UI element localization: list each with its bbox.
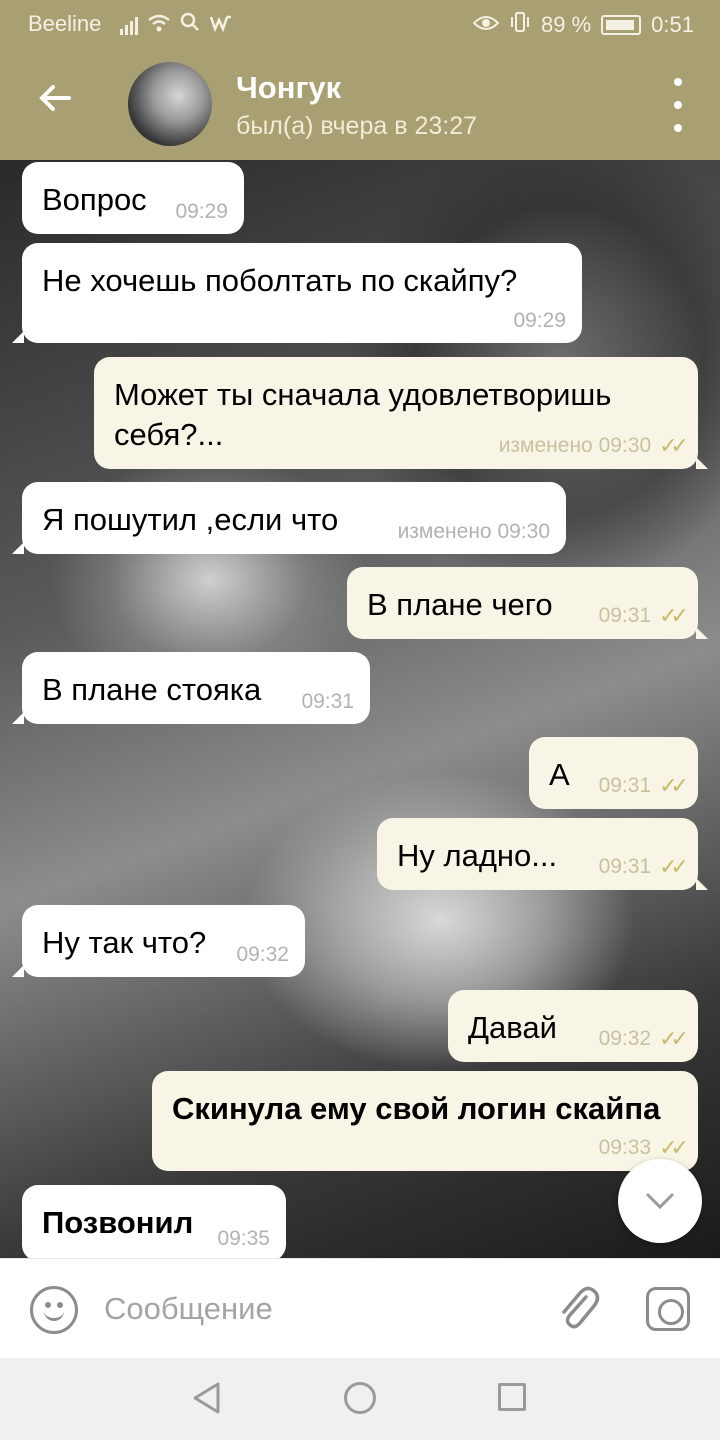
- message-text: Ну ладно...: [397, 838, 558, 873]
- message-time: 09:31: [598, 774, 652, 797]
- message-text: Вопрос: [42, 182, 147, 217]
- message-outgoing[interactable]: Скинула ему свой логин скайпа 09:33 ✓✓: [152, 1071, 698, 1171]
- app-notification-icon: [209, 12, 232, 38]
- chevron-down-icon: [646, 1193, 674, 1210]
- clock: 0:51: [651, 12, 694, 37]
- message-time: 09:33: [598, 1136, 652, 1159]
- avatar[interactable]: [128, 62, 212, 146]
- read-ticks-icon: ✓✓: [659, 603, 689, 628]
- message-outgoing[interactable]: Ну ладно... 09:31 ✓✓: [377, 818, 708, 890]
- more-vertical-icon: [674, 78, 682, 86]
- smile-icon: [44, 1309, 64, 1321]
- message-time: 09:32: [236, 943, 289, 966]
- message-text: Не хочешь поболтать по скайпу?: [42, 263, 518, 298]
- nav-recents-button[interactable]: [498, 1383, 526, 1411]
- more-options-button[interactable]: [666, 78, 690, 132]
- message-time: 09:35: [217, 1227, 270, 1250]
- message-time: 09:31: [598, 604, 652, 627]
- message-incoming[interactable]: В плане стояка 09:31: [12, 652, 370, 724]
- status-icons-right: 89 % 0:51: [472, 11, 694, 39]
- vibrate-icon: [509, 11, 531, 39]
- message-input[interactable]: [104, 1287, 504, 1331]
- wifi-icon: [148, 12, 170, 38]
- read-ticks-icon: ✓✓: [659, 1026, 689, 1051]
- message-time: изменено 09:30: [397, 520, 550, 543]
- message-incoming[interactable]: Я пошутил ,если что изменено 09:30: [12, 482, 566, 554]
- chat-header: Чонгук был(а) вчера в 23:27: [0, 48, 720, 160]
- message-incoming[interactable]: Ну так что? 09:32: [12, 905, 305, 977]
- read-ticks-icon: ✓✓: [659, 1135, 689, 1160]
- battery-percent: 89 %: [541, 12, 592, 37]
- scroll-down-button[interactable]: [618, 1159, 702, 1243]
- message-text: А: [549, 757, 570, 792]
- message-text: Ну так что?: [42, 925, 207, 960]
- chat-area[interactable]: Вопрос 09:29 Не хочешь поболтать по скай…: [0, 160, 720, 1258]
- message-text: Я пошутил ,если что: [42, 502, 339, 537]
- search-icon: [180, 12, 200, 38]
- status-bar: Beeline 89 % 0:51: [0, 0, 720, 48]
- contact-name[interactable]: Чонгук: [236, 70, 341, 106]
- message-outgoing[interactable]: А 09:31 ✓✓: [529, 737, 698, 809]
- message-text: Скинула ему свой логин скайпа: [172, 1091, 661, 1126]
- read-ticks-icon: ✓✓: [659, 433, 689, 458]
- paperclip-icon: [562, 1286, 600, 1329]
- system-nav-bar: [0, 1358, 720, 1440]
- message-text: В плане стояка: [42, 672, 262, 707]
- message-time: 09:31: [598, 855, 652, 878]
- arrow-left-icon: [39, 85, 71, 111]
- message-text: Давай: [468, 1010, 557, 1045]
- message-time: 09:29: [175, 200, 228, 223]
- message-time: 09:31: [301, 690, 354, 713]
- message-incoming[interactable]: Не хочешь поболтать по скайпу? 09:29: [12, 243, 582, 343]
- battery-icon: [601, 15, 642, 35]
- signal-icon: [120, 15, 138, 35]
- message-text: В плане чего: [367, 587, 553, 622]
- message-outgoing[interactable]: Может ты сначала удовлетворишь себя?... …: [94, 357, 708, 469]
- nav-back-button[interactable]: [190, 1381, 222, 1420]
- message-composer: [0, 1258, 720, 1358]
- attach-button[interactable]: [556, 1283, 600, 1335]
- nav-home-button[interactable]: [344, 1382, 376, 1414]
- message-time: 09:29: [513, 309, 566, 332]
- message-outgoing[interactable]: В плане чего 09:31 ✓✓: [347, 567, 708, 639]
- message-text: Позвонил: [42, 1205, 194, 1240]
- last-seen-status: был(а) вчера в 23:27: [236, 112, 478, 140]
- back-button[interactable]: [30, 78, 80, 128]
- message-incoming[interactable]: Позвонил 09:35: [22, 1185, 286, 1258]
- emoji-button[interactable]: [30, 1286, 78, 1334]
- message-outgoing[interactable]: Давай 09:32 ✓✓: [448, 990, 698, 1062]
- triangle-back-icon: [193, 1382, 220, 1414]
- camera-button[interactable]: [646, 1287, 690, 1331]
- message-time: изменено 09:30: [498, 434, 652, 457]
- carrier-name: Beeline: [28, 11, 102, 36]
- read-ticks-icon: ✓✓: [659, 854, 689, 879]
- message-incoming[interactable]: Вопрос 09:29: [22, 162, 244, 234]
- status-icons-left: [120, 12, 232, 38]
- eye-comfort-icon: [472, 12, 500, 38]
- message-time: 09:32: [598, 1027, 652, 1050]
- read-ticks-icon: ✓✓: [659, 773, 689, 798]
